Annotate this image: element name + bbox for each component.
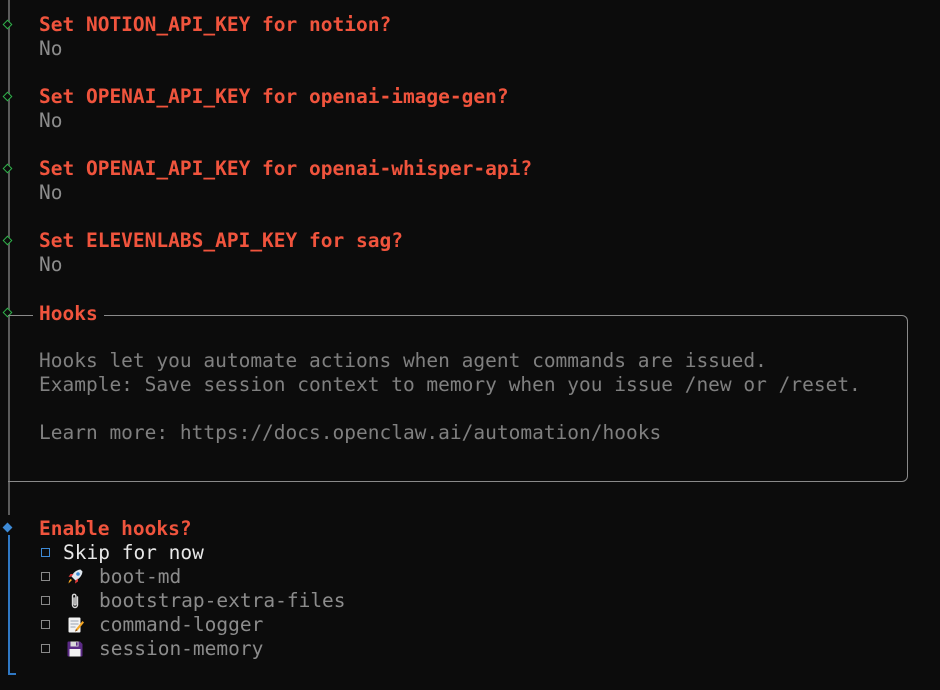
completed-step-icon — [2, 235, 13, 246]
prompt-question: Set OPENAI_API_KEY for openai-image-gen? — [39, 85, 509, 108]
hooks-note-box — [8, 315, 908, 482]
prompt-answer: No — [39, 253, 63, 276]
active-prompt-question: Enable hooks? — [39, 517, 192, 540]
prompt-answer: No — [39, 181, 63, 204]
active-prompt-rail-end — [8, 673, 16, 675]
active-step-icon — [2, 522, 13, 533]
floppy-disk-icon — [67, 641, 83, 657]
paperclip-icon — [71, 593, 79, 609]
prompt-question: Set ELEVENLABS_API_KEY for sag? — [39, 229, 403, 252]
option-label[interactable]: session-memory — [99, 637, 263, 661]
option-label[interactable]: command-logger — [99, 613, 263, 637]
hooks-note-line: Example: Save session context to memory … — [39, 373, 861, 396]
rocket-icon — [68, 569, 83, 584]
option-label[interactable]: bootstrap-extra-files — [99, 589, 346, 613]
checkbox[interactable] — [41, 548, 50, 557]
memo-icon — [68, 617, 84, 633]
checkbox[interactable] — [41, 644, 50, 653]
prompt-answer: No — [39, 37, 63, 60]
hooks-note-title: Hooks — [33, 302, 104, 326]
option-label[interactable]: Skip for now — [63, 541, 204, 565]
option-label[interactable]: boot-md — [99, 565, 181, 589]
prompt-question: Set NOTION_API_KEY for notion? — [39, 13, 392, 36]
hooks-note-line: Hooks let you automate actions when agen… — [39, 349, 767, 372]
hooks-learn-more: Learn more: https://docs.openclaw.ai/aut… — [39, 421, 662, 444]
checkbox[interactable] — [41, 620, 50, 629]
checkbox[interactable] — [41, 596, 50, 605]
prompt-answer: No — [39, 109, 63, 132]
completed-step-icon — [2, 19, 13, 30]
checkbox[interactable] — [41, 572, 50, 581]
completed-step-icon — [2, 163, 13, 174]
active-prompt-rail — [8, 535, 10, 675]
completed-step-icon — [2, 91, 13, 102]
prompt-question: Set OPENAI_API_KEY for openai-whisper-ap… — [39, 157, 533, 180]
